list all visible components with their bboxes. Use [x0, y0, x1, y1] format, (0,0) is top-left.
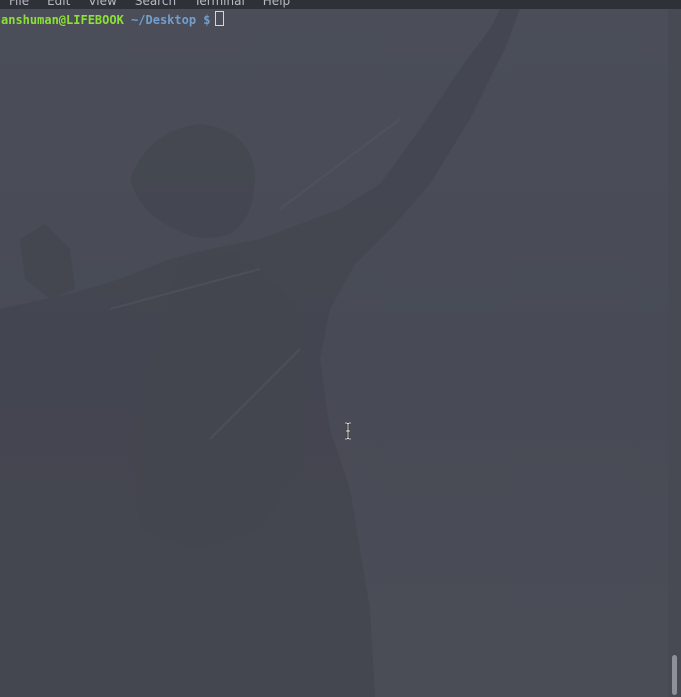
- menu-terminal[interactable]: Terminal: [185, 0, 254, 9]
- text-cursor: [214, 11, 224, 26]
- prompt-path: ~/Desktop $: [131, 13, 211, 27]
- menu-view[interactable]: View: [79, 0, 125, 9]
- menu-help[interactable]: Help: [254, 0, 299, 9]
- vertical-scrollbar[interactable]: [668, 9, 681, 697]
- prompt-line: anshuman@LIFEBOOK ~/Desktop $: [1, 11, 224, 28]
- scrollbar-thumb[interactable]: [672, 655, 677, 695]
- menu-file[interactable]: File: [0, 0, 38, 9]
- terminal-output[interactable]: anshuman@LIFEBOOK ~/Desktop $: [0, 9, 668, 697]
- terminal-window: File Edit View Search Terminal Help ansh…: [0, 0, 681, 697]
- ibeam-cursor-icon: [345, 422, 351, 440]
- menubar: File Edit View Search Terminal Help: [0, 0, 681, 9]
- prompt-user-host: anshuman@LIFEBOOK: [1, 13, 124, 27]
- menu-edit[interactable]: Edit: [38, 0, 79, 9]
- menu-search[interactable]: Search: [126, 0, 185, 9]
